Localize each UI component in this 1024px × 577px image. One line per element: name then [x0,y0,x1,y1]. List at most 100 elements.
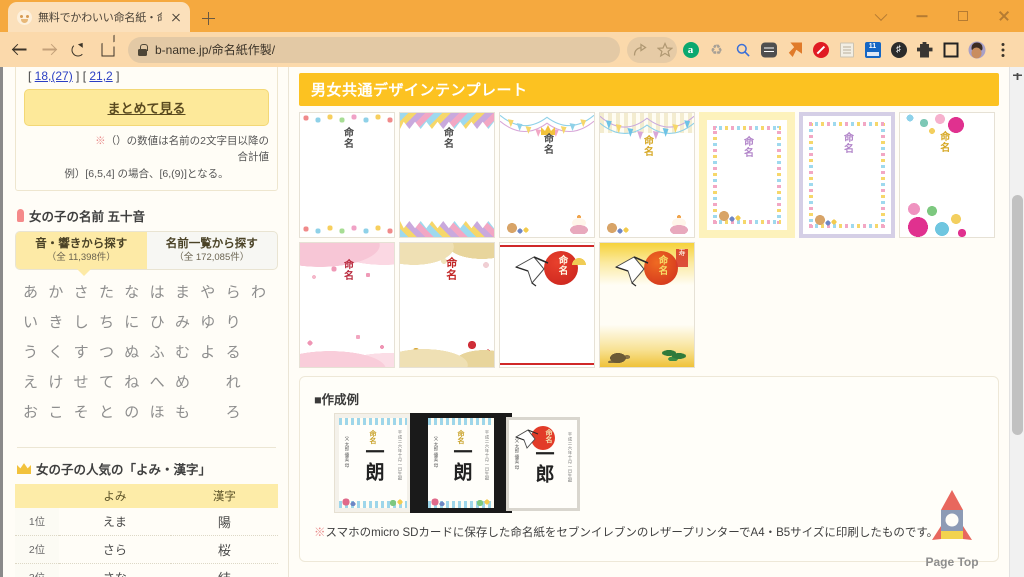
kana-cell[interactable]: よ [198,341,217,362]
kana-cell[interactable]: な [122,281,141,302]
kana-cell[interactable]: け [46,371,65,392]
home-icon[interactable] [93,36,121,64]
tab-search-by-sound[interactable]: 音・響きから探す （全 11,398件） [16,232,147,269]
kana-cell[interactable]: せ [72,371,91,392]
template-colorful-floral[interactable]: 命名 [899,112,995,238]
kana-cell[interactable]: み [173,311,192,332]
kana-cell[interactable]: く [46,341,65,362]
page-top-button[interactable]: Page Top [909,488,995,569]
template-polka-dots[interactable]: 命名 [299,112,395,238]
kana-cell[interactable]: わ [249,281,268,302]
kana-cell[interactable]: ろ [224,401,243,422]
kana-cell[interactable]: や [198,281,217,302]
kana-cell[interactable]: い [21,311,40,332]
square-icon[interactable] [938,37,963,63]
kana-cell[interactable]: ひ [148,311,167,332]
kana-cell[interactable]: に [122,311,141,332]
template-dotted-frame-yellow[interactable]: 命名 [699,112,795,238]
kana-cell[interactable]: ち [97,311,116,332]
meimei-print-photo-2[interactable]: 命名 一朗 平成二六年十月一日生誕 父 太郎 優美 母 [410,413,512,513]
browser-tab[interactable]: 無料でかわいい命名紙・命名書が作 [8,2,190,32]
kana-cell[interactable]: れ [224,371,243,392]
maximize-icon[interactable] [942,0,983,32]
kana-cell[interactable]: お [21,401,40,422]
kana-cell[interactable]: ぬ [122,341,141,362]
template-crane-gold-sun[interactable]: 命名 寿 [599,242,695,368]
calendar-blue-icon[interactable]: 11 [860,37,885,63]
kana-cell[interactable]: ゆ [198,311,217,332]
view-all-button[interactable]: まとめて見る [24,89,269,126]
kana-cell[interactable]: こ [46,401,65,422]
kana-cell[interactable]: え [21,371,40,392]
kana-cell[interactable]: り [224,311,243,332]
reload-icon[interactable] [64,36,92,64]
chevron-down-icon[interactable] [860,0,901,32]
meimei-print-photo-3[interactable]: 命名 一郎 平成二六年十月一日生誕 父 太郎 優美 母 [506,417,580,511]
kana-cell[interactable]: ま [173,281,192,302]
notepad-icon[interactable] [834,37,859,63]
meimei-print-photo-1[interactable]: 命名 一朗 平成二六年十月一日生誕 父 太郎 優美 母 [334,413,412,513]
cell-kanji[interactable]: 陽 [171,508,278,536]
kana-cell[interactable]: ほ [148,401,167,422]
back-arrow-icon[interactable] [6,36,34,64]
recycle-icon[interactable]: ♻ [704,37,729,63]
vertical-scrollbar[interactable] [1009,67,1024,577]
template-crane-red-sun[interactable]: 命名 [499,242,595,368]
table-row[interactable]: 1位 えま 陽 [15,508,278,536]
scrollbar-thumb[interactable] [1012,195,1023,435]
kana-cell[interactable]: つ [97,341,116,362]
kana-cell[interactable]: ふ [148,341,167,362]
tab-search-by-list[interactable]: 名前一覧から探す （全 172,085件） [147,232,278,269]
kana-cell[interactable]: か [46,281,65,302]
kana-cell[interactable]: て [97,371,116,392]
table-row[interactable]: 3位 さな 結 [15,564,278,577]
hash-dark-icon[interactable]: ♯ [886,37,911,63]
cell-kanji[interactable]: 桜 [171,536,278,564]
kana-cell[interactable]: き [46,311,65,332]
bookmark-star-icon[interactable] [652,37,677,63]
template-dotted-frame-purple[interactable]: 命名 [799,112,895,238]
kana-cell[interactable]: あ [21,281,40,302]
profile-avatar[interactable] [964,37,989,63]
kana-cell[interactable]: ね [122,371,141,392]
kana-cell[interactable]: さ [72,281,91,302]
kana-cell[interactable]: の [122,401,141,422]
new-tab-button[interactable] [194,4,222,32]
kana-cell[interactable]: は [148,281,167,302]
menu-dots-icon[interactable] [990,37,1015,63]
stroke-link-1[interactable]: 18,(27) [35,69,73,83]
template-garland-crown[interactable]: 命名 [499,112,595,238]
tab-close-icon[interactable] [168,9,184,25]
template-garland-stripe[interactable]: 命名 [599,112,695,238]
table-row[interactable]: 2位 さら 桜 [15,536,278,564]
kana-cell[interactable]: る [224,341,243,362]
cell-yomi[interactable]: さな [59,564,171,577]
kana-cell[interactable]: む [173,341,192,362]
close-icon[interactable] [983,0,1024,32]
kana-cell[interactable]: も [173,401,192,422]
kana-cell[interactable]: ら [224,281,243,302]
kana-cell[interactable]: う [21,341,40,362]
template-triangle-bunting[interactable]: 命名 [399,112,495,238]
cell-yomi[interactable]: さら [59,536,171,564]
stroke-link-2[interactable]: 21,2 [89,69,112,83]
forward-arrow-icon[interactable] [35,36,63,64]
kana-cell[interactable]: た [97,281,116,302]
adblock-a-icon[interactable]: a [678,37,703,63]
orange-arrow-icon[interactable] [782,37,807,63]
template-japanese-gold[interactable]: 命名 [399,242,495,368]
kana-cell[interactable]: め [173,371,192,392]
search-icon[interactable] [730,37,755,63]
minimize-icon[interactable] [901,0,942,32]
cell-yomi[interactable]: えま [59,508,171,536]
share-icon[interactable] [627,37,652,63]
cell-kanji[interactable]: 結 [171,564,278,577]
block-red-icon[interactable] [808,37,833,63]
kana-cell[interactable]: と [97,401,116,422]
kana-cell[interactable]: へ [148,371,167,392]
address-bar[interactable]: b-name.jp/命名紙作製/ [128,37,620,63]
kana-cell[interactable]: し [72,311,91,332]
chat-bubble-icon[interactable] [756,37,781,63]
template-pink-sakura[interactable]: 命名 [299,242,395,368]
puzzle-extension-icon[interactable] [912,37,937,63]
